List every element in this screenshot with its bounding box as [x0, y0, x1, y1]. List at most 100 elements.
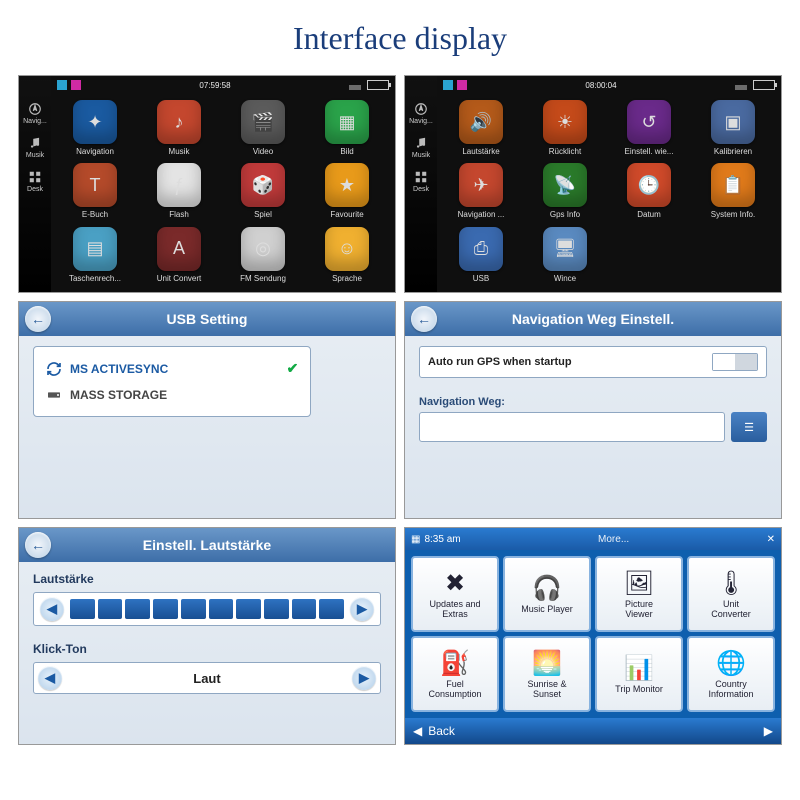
click-tone-next-button[interactable]: ▶: [352, 666, 376, 690]
list-icon: ☰: [744, 421, 754, 434]
app-icon: ☀: [543, 100, 587, 144]
app-tile[interactable]: ⎙USB: [441, 227, 521, 286]
sidebar-item[interactable]: Navig...: [19, 96, 51, 130]
volume-segment: [98, 599, 123, 619]
app-tile[interactable]: ▦ Bild: [307, 100, 387, 159]
sidebar-item[interactable]: Desk: [405, 164, 437, 198]
system-clock: 8:35 am: [424, 534, 460, 545]
app-tile[interactable]: 🎬Video: [223, 100, 303, 159]
volume-label: Lautstärke: [33, 572, 381, 586]
more-app-tile[interactable]: 📊Trip Monitor: [595, 636, 683, 712]
app-icon: 🎬: [241, 100, 285, 144]
usb-option[interactable]: MASS STORAGE: [44, 382, 300, 408]
sidebar-item-label: Navig...: [23, 118, 47, 125]
app-label: Sunrise & Sunset: [527, 680, 566, 699]
app-tile[interactable]: 🔊Lautstärke: [441, 100, 521, 159]
app-icon: 🌐: [716, 649, 746, 678]
app-label: Unit Convert: [157, 274, 201, 283]
volume-up-button[interactable]: ▶: [350, 597, 374, 621]
app-icon: ⎙: [459, 227, 503, 271]
app-tile[interactable]: 🖥Wince: [525, 227, 605, 286]
app-icon: 🎲: [241, 163, 285, 207]
app-tile[interactable]: TE-Buch: [55, 163, 135, 222]
panel-title: Einstell. Lautstärke: [143, 537, 271, 553]
app-tile[interactable]: AUnit Convert: [139, 227, 219, 286]
back-label[interactable]: Back: [428, 724, 455, 738]
more-app-tile[interactable]: ✖Updates and Extras: [411, 556, 499, 632]
more-app-tile[interactable]: 🖼Picture Viewer: [595, 556, 683, 632]
app-tile[interactable]: 🕒Datum: [609, 163, 689, 222]
page-title: Interface display: [0, 0, 800, 75]
more-app-tile[interactable]: 🌅 Sunrise & Sunset: [503, 636, 591, 712]
app-tile[interactable]: 🎲Spiel: [223, 163, 303, 222]
volume-down-button[interactable]: ◀: [40, 597, 64, 621]
app-tile[interactable]: ✦Navigation: [55, 100, 135, 159]
app-tile[interactable]: ♪Musik: [139, 100, 219, 159]
app-tile[interactable]: ◎FM Sendung: [223, 227, 303, 286]
app-tile[interactable]: 📋System Info.: [693, 163, 773, 222]
more-app-tile[interactable]: 🎧Music Player: [503, 556, 591, 632]
app-tile[interactable]: 📡Gps Info: [525, 163, 605, 222]
usb-option-list: MS ACTIVESYNC✔MASS STORAGE: [33, 346, 311, 417]
app-icon: ▦: [325, 100, 369, 144]
back-button[interactable]: ←: [25, 306, 51, 332]
volume-slider[interactable]: [70, 599, 344, 619]
grid-icon: [414, 170, 428, 184]
usb-option[interactable]: MS ACTIVESYNC✔: [44, 355, 300, 382]
sidebar-item[interactable]: Musik: [405, 130, 437, 164]
app-tile[interactable]: ✈Navigation ...: [441, 163, 521, 222]
app-tile[interactable]: ☀Rücklicht: [525, 100, 605, 159]
close-icon[interactable]: ✕: [767, 534, 775, 545]
app-tile[interactable]: ▣Kalibrieren: [693, 100, 773, 159]
sidebar-item-label: Desk: [27, 186, 43, 193]
sidebar-item-label: Musik: [412, 152, 430, 159]
more-app-tile[interactable]: 🌡Unit Converter: [687, 556, 775, 632]
volume-segment: [292, 599, 317, 619]
app-label: Favourite: [330, 210, 363, 219]
app-icon: 🔊: [459, 100, 503, 144]
volume-segment: [319, 599, 344, 619]
app-label: Bild: [340, 147, 353, 156]
browse-button[interactable]: ☰: [731, 412, 767, 442]
app-tile[interactable]: ▤Taschenrech...: [55, 227, 135, 286]
sidebar-item-label: Navig...: [409, 118, 433, 125]
app-tile[interactable]: ★ Favourite: [307, 163, 387, 222]
app-label: Taschenrech...: [69, 274, 121, 283]
app-label: Musik: [169, 147, 190, 156]
app-tile[interactable]: ƒFlash: [139, 163, 219, 222]
more-app-tile[interactable]: ⛽ Fuel Consumption: [411, 636, 499, 712]
app-tile[interactable]: ☺Sprache: [307, 227, 387, 286]
volume-segment: [264, 599, 289, 619]
navigation-path-field[interactable]: [419, 412, 725, 442]
app-icon: ↺: [627, 100, 671, 144]
app-label: Country Information: [708, 680, 753, 699]
drive-icon: [46, 387, 62, 403]
app-label: Fuel Consumption: [428, 680, 481, 699]
panel-header: ← Navigation Weg Einstell.: [405, 302, 781, 336]
app-tile[interactable]: ↺Einstell. wie...: [609, 100, 689, 159]
back-button[interactable]: ←: [411, 306, 437, 332]
autorun-gps-toggle[interactable]: [712, 353, 758, 371]
more-app-tile[interactable]: 🌐 Country Information: [687, 636, 775, 712]
app-icon: 🌅: [532, 649, 562, 678]
back-icon[interactable]: ◀: [413, 724, 422, 738]
app-icon: ✈: [459, 163, 503, 207]
app-icon: ★: [325, 163, 369, 207]
forward-icon[interactable]: ▶: [764, 724, 773, 738]
volume-segment: [153, 599, 178, 619]
click-tone-prev-button[interactable]: ◀: [38, 666, 62, 690]
app-label: Gps Info: [550, 210, 580, 219]
grid-icon: [28, 170, 42, 184]
sidebar-item[interactable]: Navig...: [405, 96, 437, 130]
autorun-gps-row: Auto run GPS when startup: [419, 346, 767, 378]
clock: 07:59:58: [199, 81, 230, 90]
volume-segment: [125, 599, 150, 619]
app-icon: ⛽: [440, 649, 470, 678]
home2-app-grid: 🔊Lautstärke☀Rücklicht↺Einstell. wie...▣K…: [437, 94, 781, 292]
sidebar-item[interactable]: Musik: [19, 130, 51, 164]
app-icon: 🌡: [716, 569, 746, 598]
sidebar-item[interactable]: Desk: [19, 164, 51, 198]
back-button[interactable]: ←: [25, 532, 51, 558]
compass-icon: [28, 102, 42, 116]
volume-segment: [181, 599, 206, 619]
